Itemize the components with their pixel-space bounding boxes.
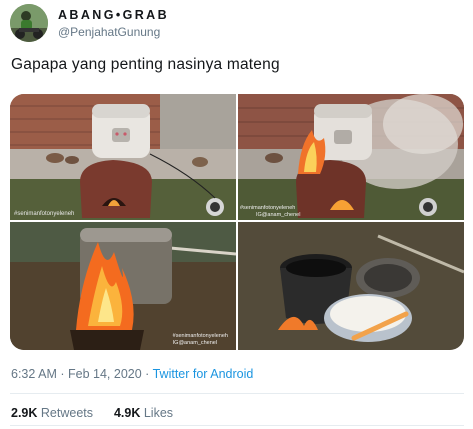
rice-cooker-photo [10, 94, 236, 220]
watermark-line2: IG@anam_chenel [256, 211, 301, 218]
meta-separator: · [145, 367, 150, 381]
watermark-line2: IG@anam_chenel [172, 339, 218, 346]
divider [10, 393, 464, 394]
photo-3[interactable]: #senimanfotonyeleneh IG@anam_chenel [10, 222, 236, 350]
watermark-line1: #senimanfotonyeleneh [172, 333, 228, 339]
cooked-rice-photo [238, 222, 464, 350]
retweets-count: 2.9K [11, 406, 38, 420]
tweet-text: Gapapa yang penting nasinya mateng [11, 56, 280, 73]
flames-photo [10, 222, 236, 350]
tweet-source-link[interactable]: Twitter for Android [153, 367, 254, 381]
photo-1[interactable]: #senimanfotonyeleneh [10, 94, 236, 220]
divider [10, 425, 464, 426]
likes-count: 4.9K [113, 406, 141, 420]
meta-separator: · [60, 367, 65, 381]
photo-grid: #senimanfotonyeleneh #senimanfotonyelene… [10, 94, 464, 350]
user-handle[interactable]: @PenjahatGunung [58, 25, 160, 39]
avatar[interactable] [10, 4, 48, 42]
photo-4[interactable] [238, 222, 464, 350]
watermark-line1: #senimanfotonyeleneh [240, 205, 296, 211]
display-name[interactable]: ABANG•GRAB [58, 8, 169, 22]
likes-label: Likes [143, 406, 174, 420]
tweet-time[interactable]: 6:32 AM [11, 367, 57, 381]
tweet-date[interactable]: Feb 14, 2020 [68, 367, 142, 381]
photo-2[interactable]: #senimanfotonyeleneh IG@anam_chenel [238, 94, 464, 220]
tweet-meta: 6:32 AM · Feb 14, 2020 · Twitter for And… [11, 367, 253, 381]
tweet-header: ABANG•GRAB @PenjahatGunung [9, 4, 464, 44]
tweet-stats: 2.9K Retweets 4.9K Likes [11, 406, 173, 420]
likes-stat[interactable]: 4.9K Likes [114, 406, 173, 420]
retweets-label: Retweets [40, 406, 93, 420]
retweets-stat[interactable]: 2.9K Retweets [11, 406, 93, 420]
burning-rice-cooker-photo [238, 94, 464, 220]
